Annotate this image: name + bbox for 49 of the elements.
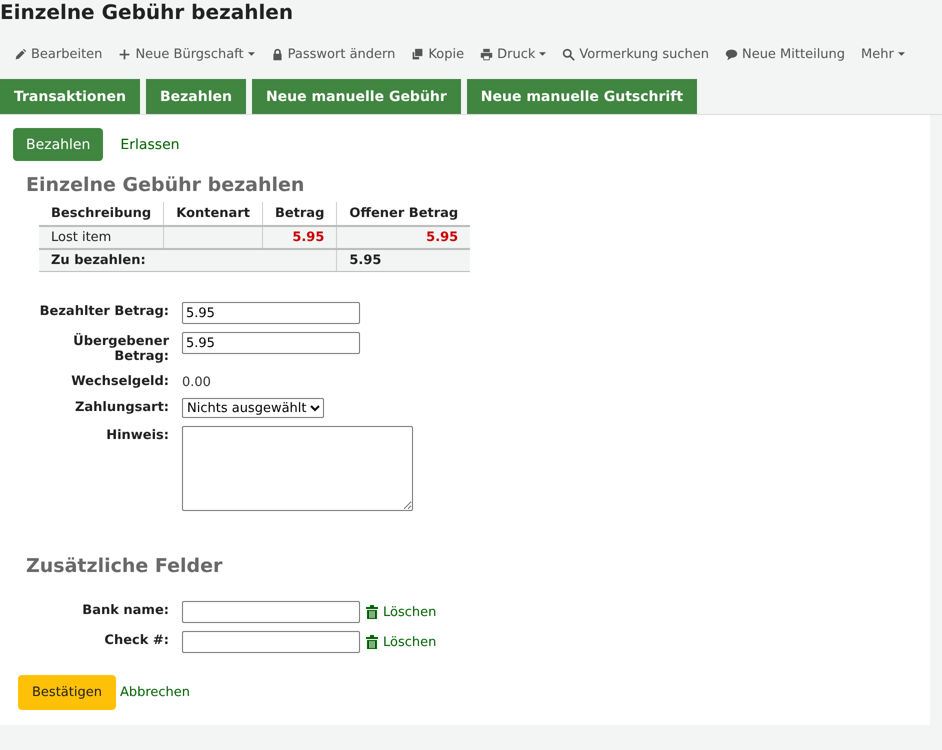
trash-icon xyxy=(366,605,378,619)
tab-link[interactable]: Erlassen xyxy=(107,128,193,161)
pencil-icon xyxy=(14,48,27,60)
search-icon xyxy=(562,48,576,60)
tab[interactable]: Bezahlen xyxy=(146,79,246,114)
field-value: 0.00 xyxy=(182,374,212,390)
section-heading: Einzelne Gebühr bezahlen xyxy=(26,174,306,196)
lock-icon xyxy=(270,48,284,60)
printer-icon xyxy=(480,48,494,60)
field-label: Zahlungsart: xyxy=(74,399,169,415)
confirm-button[interactable]: Bestätigen xyxy=(18,675,116,710)
input-field[interactable] xyxy=(182,601,360,623)
input-field[interactable] xyxy=(182,631,360,653)
input-field[interactable]: 5.95 xyxy=(182,332,360,354)
toolbar-button[interactable]: Vormerkung suchen xyxy=(554,44,717,64)
section-heading: Zusätzliche Felder xyxy=(26,555,224,577)
field-label: Check #: xyxy=(103,632,169,650)
toolbar-button[interactable]: Neue Bürgschaft xyxy=(110,44,263,64)
input-field[interactable]: 5.95 xyxy=(182,302,360,324)
tab[interactable]: Neue manuelle Gebühr xyxy=(252,79,461,114)
table-cell: Lost item xyxy=(39,226,164,249)
table-cell: 5.95 xyxy=(336,249,470,272)
toolbar-button[interactable]: Druck xyxy=(472,44,554,64)
speech-bubble-icon xyxy=(724,48,738,60)
plus-icon xyxy=(118,48,132,60)
field-label: Übergebener Betrag: xyxy=(72,332,169,364)
table-cell: 5.95 xyxy=(262,226,337,249)
toolbar-button[interactable]: Mehr xyxy=(853,44,913,64)
table-cell: Zu bezahlen: xyxy=(39,249,337,272)
field-label: Bank name: xyxy=(81,602,169,620)
cancel-link[interactable]: Abbrechen xyxy=(120,685,190,700)
page-title: Einzelne Gebühr bezahlen xyxy=(0,0,294,24)
toolbar-button[interactable]: Kopie xyxy=(403,44,472,64)
tab[interactable]: Transaktionen xyxy=(0,79,140,114)
toolbar-button[interactable]: Neue Mitteilung xyxy=(716,44,854,64)
table-cell: 5.95 xyxy=(336,226,470,249)
tab[interactable]: Bezahlen xyxy=(13,128,104,161)
field-label: Wechselgeld: xyxy=(70,373,169,389)
delete-link[interactable]: Löschen xyxy=(366,634,436,650)
payment-dropdown[interactable]: Nichts ausgewählt xyxy=(182,398,324,418)
toolbar-button[interactable]: Passwort ändern xyxy=(262,44,404,64)
tab[interactable]: Neue manuelle Gutschrift xyxy=(466,79,698,114)
trash-icon xyxy=(366,635,378,649)
note-field[interactable] xyxy=(182,426,413,511)
toolbar-button[interactable]: Bearbeiten xyxy=(6,44,110,64)
copy-icon xyxy=(411,48,424,60)
field-label: Bezahlter Betrag: xyxy=(39,303,169,319)
field-label: Hinweis: xyxy=(105,427,169,443)
delete-link[interactable]: Löschen xyxy=(366,604,436,620)
